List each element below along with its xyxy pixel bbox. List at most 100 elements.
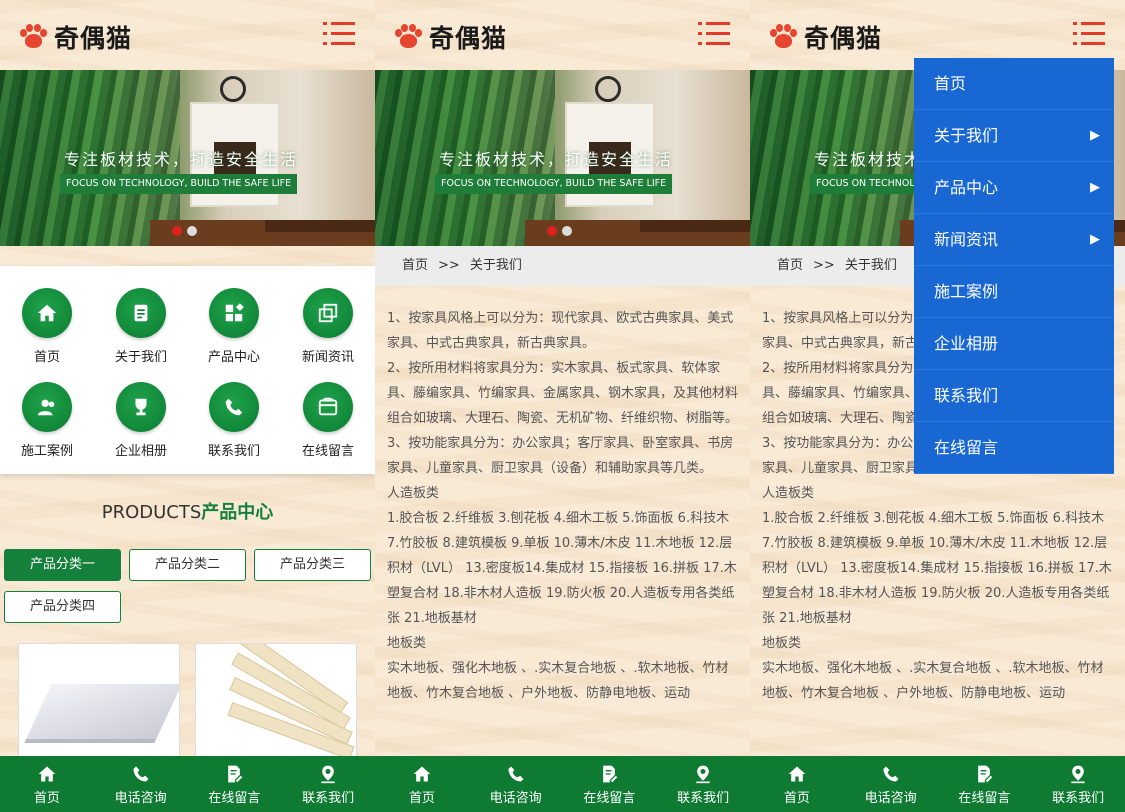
menu-item-products[interactable]: 产品中心 ▶ xyxy=(914,162,1114,214)
bottom-nav-label: 在线留言 xyxy=(208,791,261,806)
breadcrumb-current[interactable]: 关于我们 xyxy=(470,258,522,273)
grid-item-message[interactable]: 在线留言 xyxy=(281,382,375,459)
grid-item-label: 首页 xyxy=(33,350,60,365)
bottom-nav-label: 联系我们 xyxy=(677,791,730,806)
bottom-nav-message[interactable]: 在线留言 xyxy=(188,756,282,812)
grid-item-cases[interactable]: 施工案例 xyxy=(0,382,94,459)
product-image xyxy=(26,684,179,739)
header: 奇偶猫 xyxy=(0,0,375,70)
document-icon xyxy=(116,288,166,338)
bottom-nav-label: 联系我们 xyxy=(302,791,355,806)
bottom-nav: 首页 电话咨询 在线留言 联系我们 xyxy=(750,756,1125,812)
submenu-arrow-icon[interactable]: ▶ xyxy=(1090,162,1100,214)
banner-dot-1[interactable] xyxy=(172,226,182,236)
menu-icon[interactable] xyxy=(698,22,730,46)
menu-item-label: 首页 xyxy=(934,74,967,93)
header: 奇偶猫 xyxy=(375,0,750,70)
breadcrumb-home[interactable]: 首页 xyxy=(777,258,803,273)
edit-icon xyxy=(978,765,993,783)
bottom-nav-phone[interactable]: 电话咨询 xyxy=(94,756,188,812)
bottom-nav-home[interactable]: 首页 xyxy=(0,756,94,812)
bottom-nav-label: 电话咨询 xyxy=(489,791,542,806)
logo[interactable]: 奇偶猫 xyxy=(18,20,132,54)
grid-item-album[interactable]: 企业相册 xyxy=(94,382,188,459)
product-card[interactable] xyxy=(195,643,357,763)
category-tab-4[interactable]: 产品分类四 xyxy=(4,591,121,623)
bottom-nav-phone[interactable]: 电话咨询 xyxy=(469,756,563,812)
logo[interactable]: 奇偶猫 xyxy=(768,20,882,54)
about-screen-menu-open: 奇偶猫 专注板材技术，打造安全生活 FOCUS ON TECHNOLOGY, B… xyxy=(750,0,1125,812)
bottom-nav-contact[interactable]: 联系我们 xyxy=(656,756,750,812)
menu-item-message[interactable]: 在线留言 xyxy=(914,422,1114,474)
paw-logo-icon xyxy=(768,22,798,52)
category-tab-3[interactable]: 产品分类三 xyxy=(254,549,371,581)
menu-item-label: 新闻资讯 xyxy=(934,230,999,249)
products-title-cn: 产品中心 xyxy=(201,502,274,523)
grid-item-home[interactable]: 首页 xyxy=(0,288,94,365)
grid-item-about[interactable]: 关于我们 xyxy=(94,288,188,365)
grid-item-contact[interactable]: 联系我们 xyxy=(187,382,281,459)
bottom-nav: 首页 电话咨询 在线留言 联系我们 xyxy=(375,756,750,812)
product-card[interactable] xyxy=(18,643,180,763)
bottom-nav-label: 联系我们 xyxy=(1052,791,1105,806)
banner-dots xyxy=(172,226,197,236)
banner-dot-2[interactable] xyxy=(562,226,572,236)
menu-item-news[interactable]: 新闻资讯 ▶ xyxy=(914,214,1114,266)
submenu-arrow-icon[interactable]: ▶ xyxy=(1090,110,1100,162)
grid-item-news[interactable]: 新闻资讯 xyxy=(281,288,375,365)
banner-decor xyxy=(595,76,621,102)
grid-item-label: 新闻资讯 xyxy=(301,350,354,365)
submenu-arrow-icon[interactable]: ▶ xyxy=(1090,214,1100,266)
menu-item-label: 关于我们 xyxy=(934,126,999,145)
grid-item-label: 关于我们 xyxy=(114,350,167,365)
category-tab-2[interactable]: 产品分类二 xyxy=(129,549,246,581)
menu-item-home[interactable]: 首页 xyxy=(914,58,1114,110)
bottom-nav-label: 电话咨询 xyxy=(114,791,167,806)
article-paragraph: 1.胶合板 2.纤维板 3.刨花板 4.细木工板 5.饰面板 6.科技木 7.竹… xyxy=(762,511,1112,626)
category-tab-1[interactable]: 产品分类一 xyxy=(4,549,121,581)
banner-decor xyxy=(265,220,375,232)
phone-icon xyxy=(508,766,524,782)
banner[interactable]: 专注板材技术，打造安全生活 FOCUS ON TECHNOLOGY, BUILD… xyxy=(375,70,750,246)
banner-slogan: 专注板材技术，打造安全生活 xyxy=(64,150,299,169)
bottom-nav-home[interactable]: 首页 xyxy=(375,756,469,812)
menu-item-label: 施工案例 xyxy=(934,282,999,301)
bottom-nav-home[interactable]: 首页 xyxy=(750,756,844,812)
products-section-title: PRODUCTS产品中心 xyxy=(0,498,375,524)
products-title-en: PRODUCTS xyxy=(101,502,202,523)
bottom-nav-message[interactable]: 在线留言 xyxy=(938,756,1032,812)
article-paragraph: 1.胶合板 2.纤维板 3.刨花板 4.细木工板 5.饰面板 6.科技木 7.竹… xyxy=(387,511,737,626)
about-screen: 奇偶猫 专注板材技术，打造安全生活 FOCUS ON TECHNOLOGY, B… xyxy=(375,0,750,812)
banner[interactable]: 专注板材技术，打造安全生活 FOCUS ON TECHNOLOGY, BUILD… xyxy=(0,70,375,246)
grid-item-products[interactable]: 产品中心 xyxy=(187,288,281,365)
phone-icon xyxy=(883,766,899,782)
home-icon xyxy=(38,766,56,782)
location-icon xyxy=(696,765,710,784)
location-icon xyxy=(1071,765,1085,784)
article-heading: 人造板类 xyxy=(387,486,440,501)
banner-dot-2[interactable] xyxy=(187,226,197,236)
menu-item-cases[interactable]: 施工案例 xyxy=(914,266,1114,318)
menu-icon[interactable] xyxy=(1073,22,1105,46)
menu-item-album[interactable]: 企业相册 xyxy=(914,318,1114,370)
menu-item-about[interactable]: 关于我们 ▶ xyxy=(914,110,1114,162)
phone-icon xyxy=(209,382,259,432)
breadcrumb-current[interactable]: 关于我们 xyxy=(845,258,897,273)
banner-dot-1[interactable] xyxy=(547,226,557,236)
menu-item-contact[interactable]: 联系我们 xyxy=(914,370,1114,422)
breadcrumb-home[interactable]: 首页 xyxy=(402,258,428,273)
bottom-nav-contact[interactable]: 联系我们 xyxy=(281,756,375,812)
banner-slogan-en: FOCUS ON TECHNOLOGY, BUILD THE SAFE LIFE xyxy=(60,174,298,194)
logo[interactable]: 奇偶猫 xyxy=(393,20,507,54)
bottom-nav-label: 在线留言 xyxy=(958,791,1011,806)
bottom-nav: 首页 电话咨询 在线留言 联系我们 xyxy=(0,756,375,812)
menu-icon[interactable] xyxy=(323,22,355,46)
bottom-nav-contact[interactable]: 联系我们 xyxy=(1031,756,1125,812)
grid-icon xyxy=(209,288,259,338)
menu-item-label: 产品中心 xyxy=(934,178,999,197)
bottom-nav-phone[interactable]: 电话咨询 xyxy=(844,756,938,812)
bottom-nav-message[interactable]: 在线留言 xyxy=(563,756,657,812)
grid-item-label: 企业相册 xyxy=(114,444,167,459)
location-icon xyxy=(321,765,335,784)
breadcrumb: 首页 >> 关于我们 xyxy=(375,246,750,286)
